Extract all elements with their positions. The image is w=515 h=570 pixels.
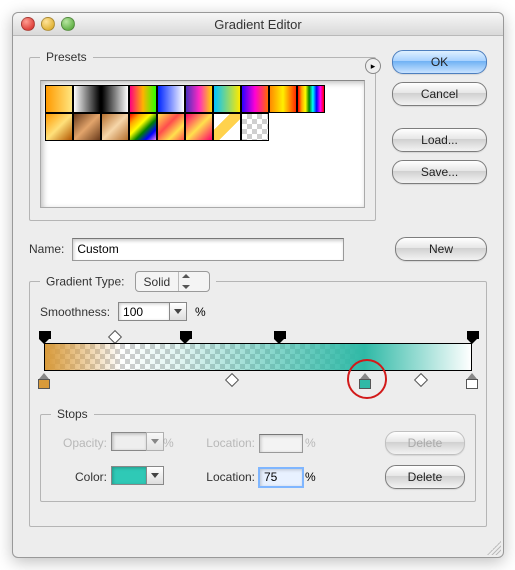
- ok-button[interactable]: OK: [392, 50, 487, 74]
- preset-swatch[interactable]: [157, 85, 185, 113]
- preset-swatch[interactable]: [185, 113, 213, 141]
- gradient-bar[interactable]: [44, 343, 472, 371]
- color-location-label: Location:: [199, 470, 259, 484]
- name-field[interactable]: [72, 238, 344, 261]
- preset-swatch[interactable]: [101, 85, 129, 113]
- preset-swatch[interactable]: [213, 85, 241, 113]
- preset-swatch[interactable]: [129, 85, 157, 113]
- color-location-unit: %: [305, 470, 317, 484]
- titlebar: Gradient Editor: [13, 13, 503, 36]
- opacity-field: [111, 432, 164, 451]
- smoothness-field[interactable]: [118, 302, 187, 321]
- dropdown-icon[interactable]: [169, 302, 187, 321]
- preset-swatch[interactable]: [101, 113, 129, 141]
- opacity-location-label: Location:: [199, 436, 259, 450]
- opacity-stop[interactable]: [467, 331, 477, 341]
- updown-icon: [178, 272, 209, 291]
- preset-swatch[interactable]: [45, 113, 73, 141]
- preset-swatch[interactable]: [213, 113, 241, 141]
- gradient-type-legend: Gradient Type: Solid: [40, 271, 216, 292]
- opacity-delete-button: Delete: [385, 431, 465, 455]
- preset-swatch[interactable]: [129, 113, 157, 141]
- new-button[interactable]: New: [395, 237, 487, 261]
- gradient-type-value: Solid: [136, 275, 179, 289]
- preset-swatch[interactable]: [185, 85, 213, 113]
- preset-swatch[interactable]: [157, 113, 185, 141]
- color-delete-button[interactable]: Delete: [385, 465, 465, 489]
- opacity-stop[interactable]: [274, 331, 284, 341]
- gradient-type-select[interactable]: Solid: [135, 271, 211, 292]
- load-button[interactable]: Load...: [392, 128, 487, 152]
- resize-handle-icon[interactable]: [487, 541, 501, 555]
- preset-swatch[interactable]: [73, 85, 101, 113]
- presets-box: [40, 80, 365, 208]
- name-label: Name:: [29, 242, 64, 256]
- color-label: Color:: [51, 470, 111, 484]
- opacity-unit: %: [163, 436, 175, 450]
- dropdown-icon[interactable]: [146, 466, 164, 485]
- preset-swatch[interactable]: [73, 113, 101, 141]
- color-swatch-field[interactable]: [111, 466, 164, 485]
- window-title: Gradient Editor: [13, 17, 503, 32]
- smoothness-unit: %: [195, 305, 206, 319]
- preset-swatch[interactable]: [241, 113, 269, 141]
- gradient-editor-track: [40, 331, 476, 389]
- color-midpoint[interactable]: [225, 373, 239, 387]
- preset-swatch[interactable]: [241, 85, 269, 113]
- color-stop[interactable]: [38, 373, 50, 389]
- smoothness-label: Smoothness:: [40, 305, 110, 319]
- opacity-label: Opacity:: [51, 436, 111, 450]
- preset-swatch[interactable]: [297, 85, 325, 113]
- smoothness-input[interactable]: [118, 302, 169, 321]
- presets-group: Presets ▸: [29, 50, 376, 221]
- presets-legend: Presets: [40, 50, 93, 64]
- color-midpoint[interactable]: [414, 373, 428, 387]
- preset-swatch[interactable]: [45, 85, 73, 113]
- opacity-location-unit: %: [305, 436, 317, 450]
- gradient-type-group: Gradient Type: Solid Smoothness: %: [29, 271, 487, 527]
- opacity-location-field: [259, 434, 303, 453]
- stops-legend: Stops: [51, 407, 94, 421]
- save-button[interactable]: Save...: [392, 160, 487, 184]
- color-location-field[interactable]: [259, 468, 303, 487]
- cancel-button[interactable]: Cancel: [392, 82, 487, 106]
- color-stop[interactable]: [466, 373, 478, 389]
- color-stop[interactable]: [359, 373, 371, 389]
- opacity-stop[interactable]: [180, 331, 190, 341]
- gradient-editor-window: Gradient Editor Presets ▸ OK Cancel Load…: [12, 12, 504, 558]
- presets-flyout-icon[interactable]: ▸: [365, 58, 381, 74]
- opacity-midpoint[interactable]: [108, 330, 122, 344]
- stops-group: Stops Opacity: % Location: % Delete: [40, 407, 476, 502]
- preset-swatch[interactable]: [269, 85, 297, 113]
- opacity-stop[interactable]: [39, 331, 49, 341]
